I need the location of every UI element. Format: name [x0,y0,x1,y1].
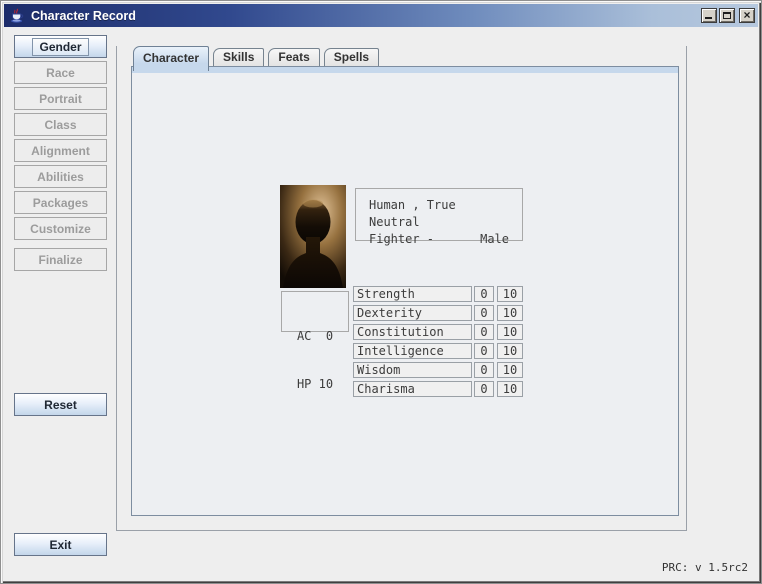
ability-score: 10 [497,343,523,359]
ability-modifier: 0 [474,286,494,302]
button-label: Class [38,117,82,133]
sidebar-button-finalize: Finalize [14,248,107,271]
sidebar-button-abilities: Abilities [14,165,107,188]
close-button[interactable]: × [739,8,755,23]
summary-race-alignment: Human , True Neutral [369,197,509,231]
button-label: Finalize [32,252,88,268]
ability-modifier: 0 [474,343,494,359]
ac-value: AC 0 [282,328,348,344]
reset-slot: Reset [14,393,107,416]
ability-row-charisma: Charisma010 [353,381,523,397]
character-summary-box: Human , True Neutral Fighter - Male [355,188,523,241]
window-controls: × [701,8,755,23]
minimize-icon [705,17,712,19]
ability-name: Charisma [353,381,472,397]
ability-modifier: 0 [474,362,494,378]
tab-spells[interactable]: Spells [324,48,379,66]
ability-name: Intelligence [353,343,472,359]
ability-row-intelligence: Intelligence010 [353,343,523,359]
character-record-window: Character Record × Gender Race Portrait Cla… [0,0,762,584]
sidebar-button-packages: Packages [14,191,107,214]
sidebar-button-race: Race [14,61,107,84]
close-icon: × [740,8,754,22]
minimize-button[interactable] [701,8,717,23]
sidebar-button-portrait: Portrait [14,87,107,110]
ability-name: Wisdom [353,362,472,378]
ability-row-constitution: Constitution010 [353,324,523,340]
ability-score: 10 [497,286,523,302]
title-bar[interactable]: Character Record × [4,4,758,27]
ability-row-strength: Strength010 [353,286,523,302]
ability-modifier: 0 [474,305,494,321]
button-label: Alignment [25,143,96,159]
ability-modifier: 0 [474,324,494,340]
summary-class: Fighter - [369,231,434,248]
character-tab-panel: Human , True Neutral Fighter - Male AC 0… [131,66,679,516]
summary-gender: Male [480,231,509,248]
button-label: Exit [43,537,77,553]
finalize-slot: Finalize [14,248,107,271]
sidebar-button-class: Class [14,113,107,136]
exit-slot: Exit [14,533,107,556]
button-label: Customize [24,221,97,237]
ability-score: 10 [497,381,523,397]
sidebar-button-reset[interactable]: Reset [14,393,107,416]
button-label: Reset [38,397,83,413]
ability-name: Dexterity [353,305,472,321]
button-label: Portrait [33,91,88,107]
sidebar-button-alignment: Alignment [14,139,107,162]
tab-strip: CharacterSkillsFeats Spells [133,46,383,72]
button-label: Packages [27,195,94,211]
ac-hp-box: AC 0 HP 10 [281,291,349,332]
sidebar-button-customize: Customize [14,217,107,240]
ability-modifier: 0 [474,381,494,397]
ability-name: Constitution [353,324,472,340]
maximize-button[interactable] [719,8,735,23]
button-label: Gender [33,39,87,55]
sidebar-button-exit[interactable]: Exit [14,533,107,556]
tab-skills[interactable]: Skills [213,48,264,66]
version-label: PRC: v 1.5rc2 [662,561,748,574]
abilities-table: Strength010Dexterity010Constitution010In… [353,286,523,400]
sidebar-nav: Gender Race Portrait Class Alignment Abilitie… [14,35,107,243]
sidebar-button-gender[interactable]: Gender [14,35,107,58]
ability-score: 10 [497,362,523,378]
ability-row-wisdom: Wisdom010 [353,362,523,378]
tab-character[interactable]: Character [133,46,209,71]
ability-score: 10 [497,324,523,340]
hp-value: HP 10 [282,376,348,392]
ability-row-dexterity: Dexterity010 [353,305,523,321]
tab-feats[interactable]: Feats [268,48,319,66]
java-coffee-icon [9,8,25,24]
ability-score: 10 [497,305,523,321]
ability-name: Strength [353,286,472,302]
maximize-icon [723,12,731,19]
character-portrait-image [280,185,346,288]
tabbed-pane: CharacterSkillsFeats Spells [116,46,687,531]
button-label: Abilities [31,169,90,185]
window-title: Character Record [31,9,701,23]
button-label: Race [40,65,81,81]
